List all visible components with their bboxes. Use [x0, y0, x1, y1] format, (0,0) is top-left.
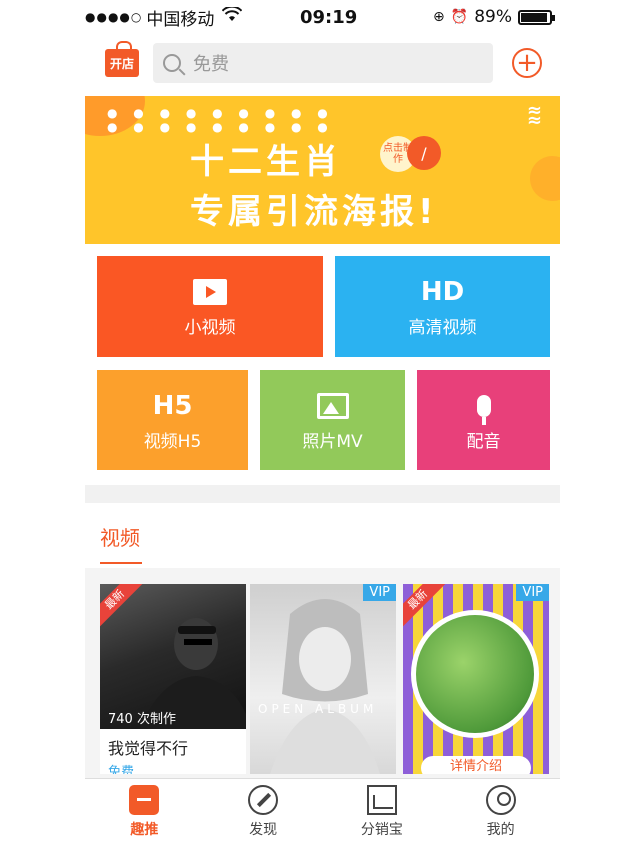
search-input[interactable]: 免费: [153, 43, 493, 83]
tile-photo-mv[interactable]: 照片MV: [260, 370, 405, 470]
slash-icon: /: [407, 136, 441, 170]
banner-title: 十二生肖: [190, 142, 342, 182]
video-icon: [193, 279, 227, 305]
bottom-tab-bar: 趣推 发现 分销宝 我的: [85, 778, 560, 845]
wifi-icon: [222, 5, 243, 27]
clock: 09:19: [300, 6, 358, 28]
video-thumbnail: 最新 VIP 详情介绍: [403, 584, 549, 774]
video-card[interactable]: VIP OPEN ALBUM: [250, 584, 396, 774]
plus-icon: +: [516, 48, 538, 78]
chart-icon: [366, 785, 397, 815]
search-placeholder: 免费: [193, 54, 229, 75]
tile-label: 高清视频: [408, 318, 477, 338]
tile-label: 小视频: [184, 318, 236, 338]
search-icon: [163, 54, 181, 72]
compass-icon: [248, 785, 279, 815]
tile-label: 照片MV: [302, 431, 363, 452]
carrier-label: 中国移动: [146, 9, 215, 30]
video-thumbnail: 最新 740 次制作: [100, 584, 246, 729]
vip-badge: VIP: [516, 584, 549, 601]
details-caption: 详情介绍: [421, 756, 531, 774]
battery-percent: 89%: [474, 7, 512, 27]
card-title: 我觉得不行: [108, 739, 189, 758]
alarm-icon: ⏰: [450, 9, 469, 25]
home-icon: [129, 785, 160, 815]
battery-icon: [518, 9, 555, 25]
video-card[interactable]: 最新 740 次制作 我觉得不行 免费: [100, 584, 246, 774]
tab-profile[interactable]: 我的: [441, 779, 560, 845]
open-shop-label: 开店: [109, 56, 134, 71]
section-divider: [85, 485, 560, 503]
h5-icon: H5: [152, 390, 193, 421]
signal-icon: ●●●●○: [85, 10, 143, 24]
rotation-lock-icon: ⊕: [433, 9, 445, 25]
album-overlay-text: OPEN ALBUM: [258, 702, 378, 716]
banner-dots: ● ● ● ● ● ● ● ● ● ● ● ● ● ● ● ● ● ●: [107, 106, 334, 134]
open-shop-button[interactable]: 开店: [105, 41, 139, 77]
vip-badge: VIP: [363, 584, 396, 601]
tile-label: 配音: [466, 431, 501, 452]
tab-underline: [100, 562, 142, 564]
hd-icon: HD: [420, 277, 465, 307]
top-bar: 开店 免费 +: [85, 38, 560, 88]
tab-video[interactable]: 视频: [100, 522, 140, 551]
tab-distribution[interactable]: 分销宝: [323, 779, 442, 845]
tile-voiceover[interactable]: 配音: [417, 370, 550, 470]
card-price: 免费: [108, 765, 135, 774]
tab-label: 分销宝: [360, 822, 403, 838]
tab-label: 我的: [486, 822, 515, 838]
tile-hd-video[interactable]: HD 高清视频: [335, 256, 550, 357]
tile-video-h5[interactable]: H5 视频H5: [97, 370, 248, 470]
photo-icon: [316, 392, 349, 419]
tab-discover[interactable]: 发现: [204, 779, 323, 845]
status-bar: ●●●●○ 中国移动 09:19 ⊕ ⏰ 89%: [85, 0, 560, 34]
tile-label: 视频H5: [143, 431, 202, 452]
promo-banner[interactable]: ● ● ● ● ● ● ● ● ● ● ● ● ● ● ● ● ● ● ≈ ≈ 十二…: [85, 96, 560, 244]
user-icon: [485, 785, 516, 815]
mic-icon: [476, 394, 491, 425]
tile-short-video[interactable]: 小视频: [97, 256, 323, 357]
banner-decoration: [530, 156, 560, 201]
tab-home[interactable]: 趣推: [85, 779, 204, 845]
wave-icon: ≈ ≈: [526, 100, 542, 131]
usage-count: 740 次制作: [108, 712, 176, 727]
tab-label: 发现: [249, 822, 278, 838]
add-button[interactable]: +: [512, 48, 542, 78]
banner-subtitle: 专属引流海报!: [190, 192, 438, 232]
tab-label: 趣推: [130, 822, 159, 838]
video-thumbnail: VIP OPEN ALBUM: [250, 584, 396, 774]
video-card[interactable]: 最新 VIP 详情介绍: [403, 584, 549, 774]
